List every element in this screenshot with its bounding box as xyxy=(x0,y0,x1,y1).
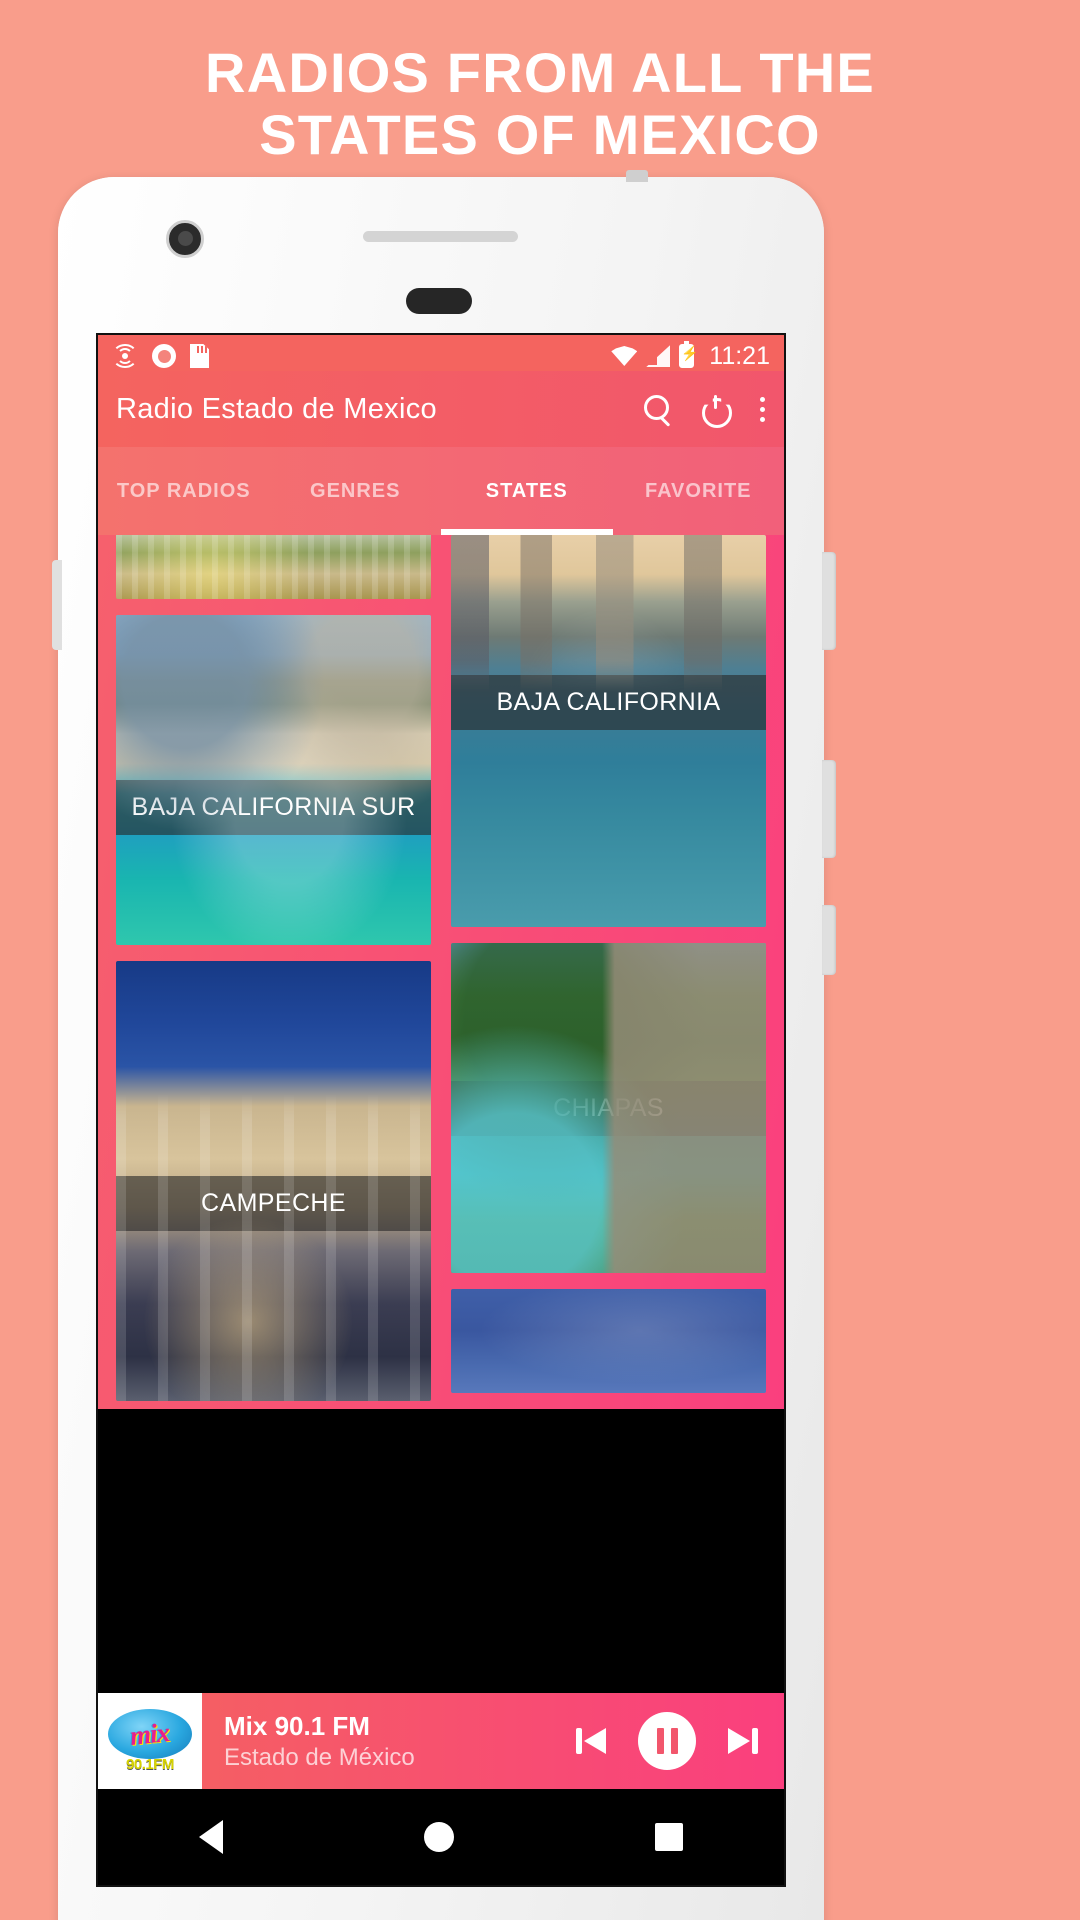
tab-bar: TOP RADIOS GENRES STATES FAVORITE xyxy=(98,447,784,535)
state-card[interactable] xyxy=(116,535,431,599)
pause-icon[interactable] xyxy=(638,1712,696,1770)
battery-charging-icon xyxy=(679,341,695,368)
tab-favorite[interactable]: FAVORITE xyxy=(613,447,785,535)
status-bar-clock: 11:21 xyxy=(709,341,770,370)
phone-volume-up-button xyxy=(822,552,836,650)
phone-power-button xyxy=(822,905,836,975)
mix-logo-text: mix xyxy=(128,1716,171,1751)
next-icon[interactable] xyxy=(722,1722,760,1760)
phone-left-button xyxy=(52,560,62,650)
states-grid-columns: BAJA CALIFORNIA SUR CAMPECHE BAJA CALIFO… xyxy=(116,535,766,1401)
home-button[interactable] xyxy=(423,1822,454,1852)
app-bar-actions xyxy=(642,394,766,424)
broadcast-icon xyxy=(112,344,138,368)
phone-screen: 11:21 Radio Estado de Mexico TOP RADIOS … xyxy=(96,333,786,1887)
player-metadata: Mix 90.1 FM Estado de México xyxy=(202,1711,415,1772)
state-card-baja-california[interactable]: BAJA CALIFORNIA xyxy=(451,535,766,927)
state-card-baja-california-sur[interactable]: BAJA CALIFORNIA SUR xyxy=(116,615,431,945)
player-controls xyxy=(574,1712,784,1770)
state-card-campeche[interactable]: CAMPECHE xyxy=(116,961,431,1401)
physical-home-key xyxy=(406,288,472,314)
player-bar: mix 90.1FM Mix 90.1 FM Estado de México xyxy=(98,1693,784,1789)
back-button[interactable] xyxy=(198,1820,223,1854)
status-bar-right-icons: 11:21 xyxy=(611,341,770,371)
tab-states[interactable]: STATES xyxy=(441,447,613,535)
state-card-label: BAJA CALIFORNIA SUR xyxy=(116,780,431,835)
states-column-right: BAJA CALIFORNIA CHIAPAS xyxy=(451,535,766,1401)
station-name: Mix 90.1 FM xyxy=(224,1710,370,1741)
states-column-left: BAJA CALIFORNIA SUR CAMPECHE xyxy=(116,535,431,1401)
search-icon[interactable] xyxy=(642,394,672,424)
earpiece-speaker xyxy=(363,231,518,242)
mix-logo: mix 90.1FM xyxy=(104,1705,196,1777)
recents-button[interactable] xyxy=(655,1823,684,1851)
cell-signal-icon xyxy=(646,345,670,367)
headline-line-2: STATES OF MEXICO xyxy=(259,103,821,166)
station-region: Estado de México xyxy=(224,1743,415,1771)
mix-logo-oval: mix xyxy=(108,1709,192,1759)
tab-top-radios[interactable]: TOP RADIOS xyxy=(98,447,270,535)
previous-icon[interactable] xyxy=(574,1722,612,1760)
state-card-label: CAMPECHE xyxy=(116,1176,431,1231)
app-bar: Radio Estado de Mexico xyxy=(98,371,784,447)
page-title: RADIOS FROM ALL THE STATES OF MEXICO xyxy=(0,42,1080,166)
state-card-label: BAJA CALIFORNIA xyxy=(451,675,766,730)
states-grid: BAJA CALIFORNIA SUR CAMPECHE BAJA CALIFO… xyxy=(98,535,784,1409)
android-navigation-bar xyxy=(98,1789,784,1885)
promo-banner: RADIOS FROM ALL THE STATES OF MEXICO ⚡ 1… xyxy=(0,0,1080,1920)
record-icon xyxy=(152,344,176,368)
state-card[interactable] xyxy=(451,1289,766,1393)
status-bar-left-icons xyxy=(112,344,209,368)
headline-line-1: RADIOS FROM ALL THE xyxy=(205,41,875,104)
state-card-label: CHIAPAS xyxy=(451,1081,766,1136)
wifi-icon xyxy=(611,346,638,366)
front-camera xyxy=(166,220,204,258)
app-title: Radio Estado de Mexico xyxy=(116,392,437,425)
phone-top-nub xyxy=(626,170,648,182)
tab-genres[interactable]: GENRES xyxy=(270,447,442,535)
state-card-chiapas[interactable]: CHIAPAS xyxy=(451,943,766,1273)
power-icon[interactable] xyxy=(700,394,730,424)
phone-volume-down-button xyxy=(822,760,836,858)
station-artwork: mix 90.1FM xyxy=(98,1693,202,1789)
sd-card-icon xyxy=(190,344,209,368)
overflow-menu-icon[interactable] xyxy=(758,394,766,424)
